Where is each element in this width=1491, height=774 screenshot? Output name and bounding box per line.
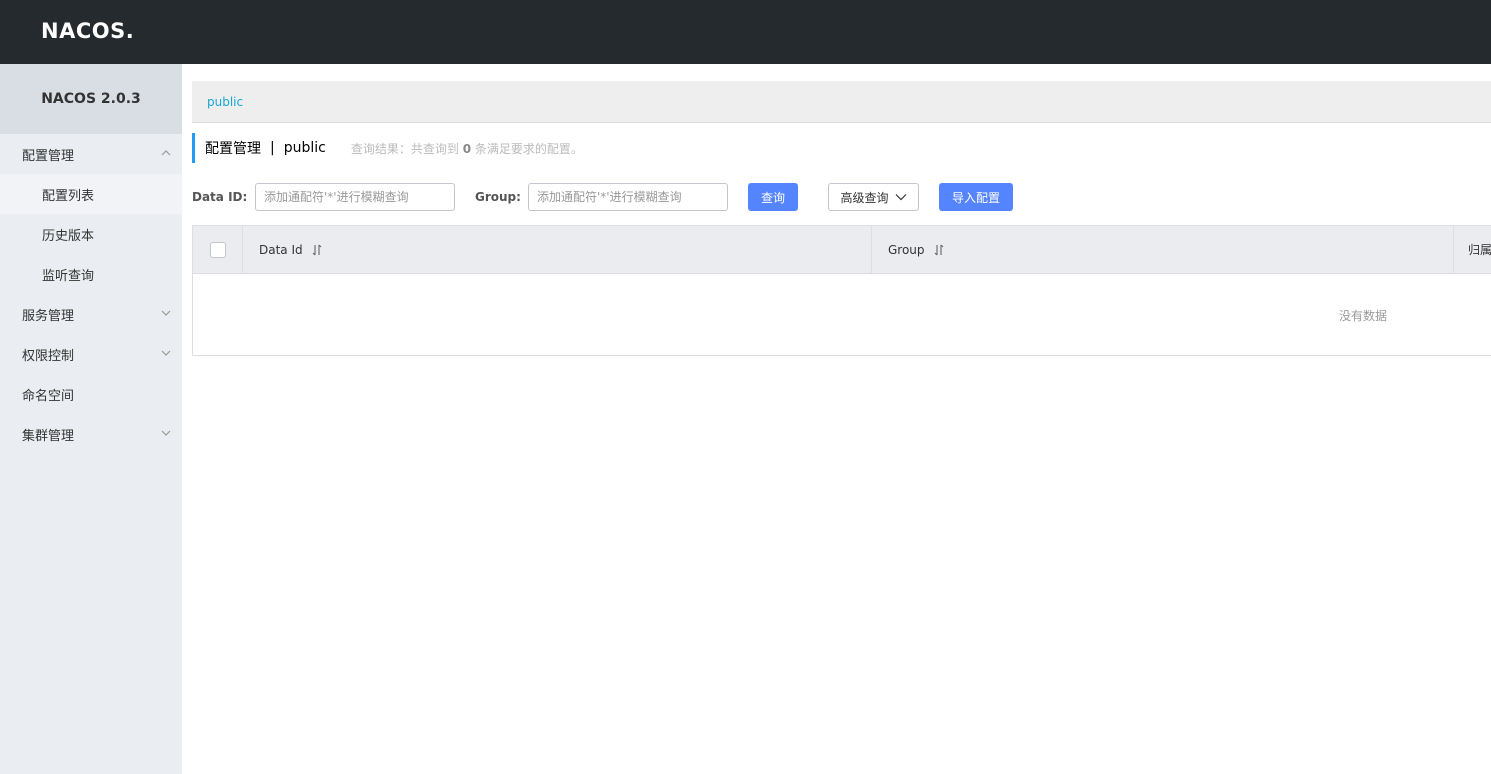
sidebar-item-label: 权限控制 [22,348,75,364]
chevron-down-icon [160,427,172,439]
empty-state-text: 没有数据 [1339,309,1388,323]
table-header: Data Id Group 归属 [193,226,1491,274]
sidebar-item-config-management[interactable]: 配置管理 [0,134,182,174]
sidebar-item-label: 命名空间 [22,388,75,404]
data-id-label: Data ID: [192,190,248,204]
advanced-query-button[interactable]: 高级查询 [828,183,919,211]
column-group[interactable]: Group [872,226,1454,273]
group-label: Group: [475,190,521,204]
top-nav-bar: NACOS. [0,0,1491,64]
main-content: public 配置管理 | public 查询结果：共查询到 0 条满足要求的配… [192,81,1491,774]
column-label: 归属 [1468,243,1491,257]
result-count: 0 [462,141,472,156]
sidebar-item-label: 监听查询 [42,268,95,284]
query-result-summary: 查询结果：共查询到 0 条满足要求的配置。 [351,140,583,157]
title-separator: | [270,140,275,156]
config-table: Data Id Group 归属 没有数据 [192,225,1491,356]
breadcrumb: public [192,81,1491,123]
select-all-checkbox[interactable] [209,241,226,258]
sort-icon[interactable] [311,244,323,256]
sidebar-item-label: 配置列表 [42,188,95,204]
column-label: Data Id [259,242,303,257]
chevron-down-icon [160,347,172,359]
chevron-down-icon [160,307,172,319]
column-label: Group [888,242,925,257]
sidebar-item-service-management[interactable]: 服务管理 [0,294,182,334]
sort-icon[interactable] [933,244,945,256]
table-body: 没有数据 [193,274,1491,355]
column-belongs-to[interactable]: 归属 [1454,226,1491,273]
group-input[interactable] [528,183,728,211]
logo-text: NACOS. [41,19,135,43]
search-form: Data ID: Group: 查询 高级查询 导入配置 [192,183,1491,211]
sidebar-item-history[interactable]: 历史版本 [0,214,182,254]
sidebar-item-label: 服务管理 [22,308,75,324]
nacos-logo[interactable]: NACOS. [41,17,134,45]
page-title: 配置管理 [205,141,261,157]
header-select-cell [193,226,243,273]
advanced-query-label: 高级查询 [840,190,889,205]
title-accent-bar [192,133,195,163]
sidebar-item-label: 集群管理 [22,428,75,444]
sidebar: NACOS 2.0.3 配置管理 配置列表 历史版本 监听查询 服务管理 权限控… [0,64,182,774]
column-data-id[interactable]: Data Id [243,226,872,273]
page-title-row: 配置管理 | public 查询结果：共查询到 0 条满足要求的配置。 [192,133,583,163]
import-config-button[interactable]: 导入配置 [939,183,1013,211]
sidebar-item-config-list[interactable]: 配置列表 [0,174,182,214]
sidebar-item-cluster-management[interactable]: 集群管理 [0,414,182,454]
sidebar-item-namespace[interactable]: 命名空间 [0,374,182,414]
sidebar-item-label: 历史版本 [42,228,95,244]
query-button[interactable]: 查询 [748,183,798,211]
chevron-up-icon [160,147,172,159]
sidebar-item-label: 配置管理 [22,148,75,164]
title-namespace: public [283,140,326,156]
data-id-input[interactable] [255,183,455,211]
version-label: NACOS 2.0.3 [0,64,182,134]
result-suffix: 条满足要求的配置。 [474,141,583,156]
result-prefix: 查询结果：共查询到 [350,141,459,156]
chevron-down-icon [895,194,906,201]
sidebar-item-access-control[interactable]: 权限控制 [0,334,182,374]
breadcrumb-namespace-link[interactable]: public [207,95,243,109]
sidebar-item-listener-query[interactable]: 监听查询 [0,254,182,294]
